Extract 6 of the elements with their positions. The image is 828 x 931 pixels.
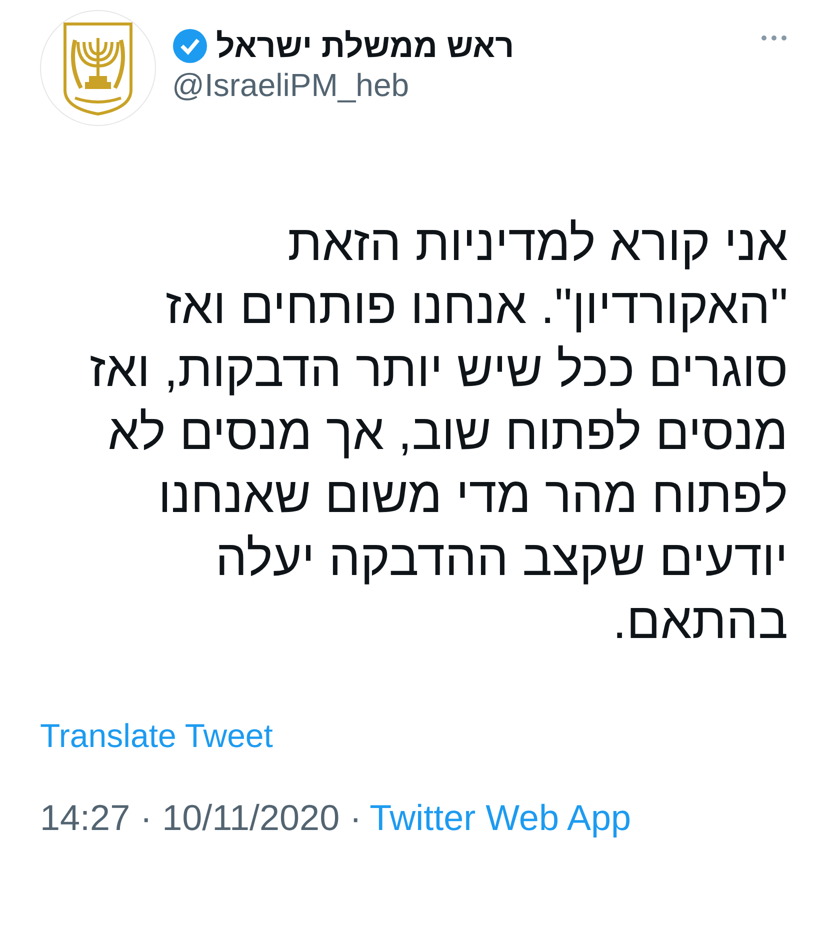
tweet-text: אני קורא למדיניות הזאת "האקורדיון". אנחנו פותחים ואז סוגרים ככל שיש יותר הדבקות, ואז מנסים לפתוח שוב, אך מנסים לא לפתוח מהר מדי משום שאנחנו יודעים שקצב ההדבקה יעלה בהתאם.	[88, 214, 788, 651]
account-name[interactable]: ראש ממשלת ישראל	[216, 26, 514, 66]
timestamp-text: 14:27 · 10/11/2020 ·	[40, 796, 362, 840]
account-handle[interactable]: @IsraeliPM_heb	[172, 66, 760, 104]
more-icon[interactable]	[760, 34, 788, 42]
emblem-icon	[61, 20, 135, 116]
